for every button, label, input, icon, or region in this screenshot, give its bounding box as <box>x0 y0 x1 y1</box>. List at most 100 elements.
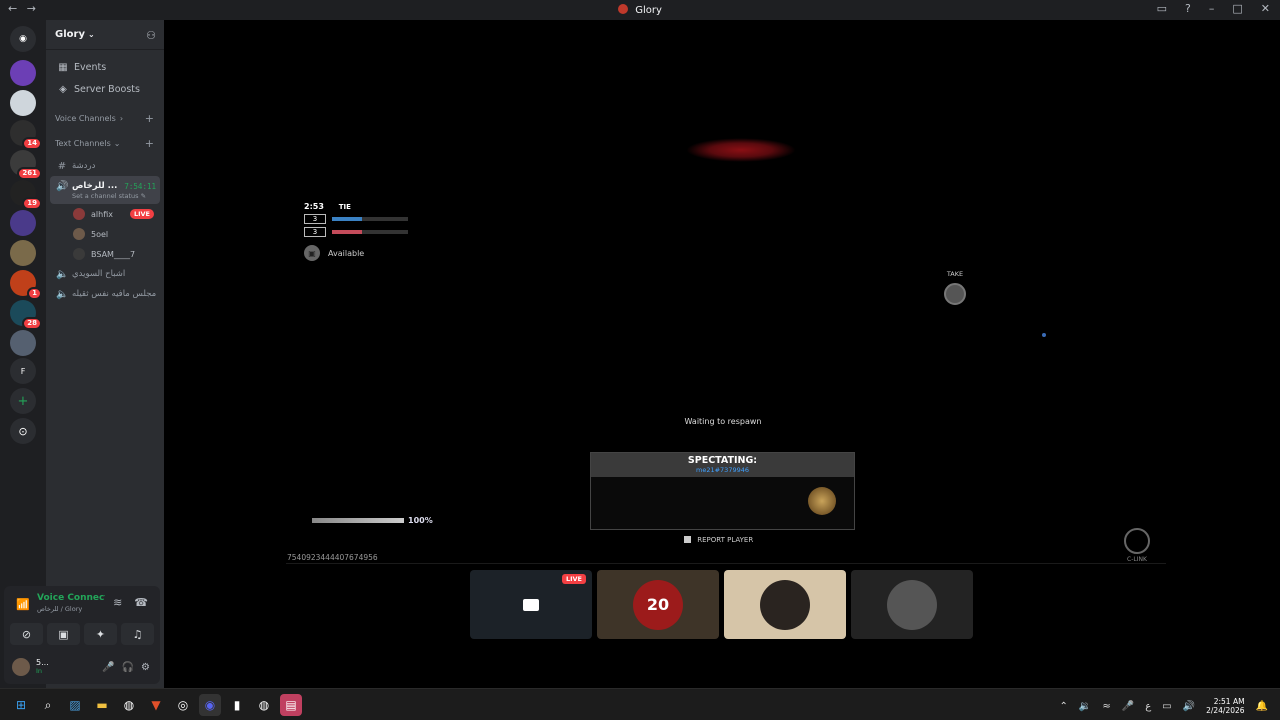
guild-header[interactable]: Glory ⌄ ⚇ <box>46 20 164 50</box>
minimize-icon[interactable]: – <box>1209 2 1215 15</box>
browser-icon[interactable]: ◎ <box>172 694 194 716</box>
language-indicator[interactable]: ع <box>1145 701 1151 712</box>
clink-icon <box>1124 528 1150 554</box>
avatar[interactable] <box>12 658 30 676</box>
voice-member[interactable]: 5oel <box>46 224 164 244</box>
maximize-icon[interactable]: □ <box>1232 2 1242 15</box>
spectating-title: SPECTATING: <box>687 455 758 466</box>
file-explorer-icon[interactable]: ▬ <box>91 694 113 716</box>
report-player-button[interactable]: REPORT PLAYER <box>684 536 753 544</box>
noise-suppression-icon[interactable]: ≋ <box>113 596 122 609</box>
take-label: TAKE <box>946 270 964 278</box>
gear-icon[interactable]: ⚙ <box>141 662 150 673</box>
photos-icon[interactable]: ▨ <box>64 694 86 716</box>
windows-taskbar: ⊞ ⌕ ▨ ▬ ◍ ▼ ◎ ◉ ▮ ◍ ▤ ⌃ 🔉 ≈ 🎤 ع ▭ 🔊 2:51… <box>0 688 1280 720</box>
camera-off-button[interactable]: ⊘ <box>10 623 43 645</box>
events-link[interactable]: ▦ Events <box>46 56 164 78</box>
explore-icon[interactable]: ⊙ <box>10 418 36 444</box>
close-icon[interactable]: ✕ <box>1261 2 1270 15</box>
active-voice-channel[interactable]: 🔊 للرخاص ... 7:54:11 Set a channel statu… <box>50 176 160 204</box>
server-icon[interactable]: 28 <box>10 300 42 330</box>
headphones-icon[interactable]: 🎧 <box>122 662 134 673</box>
add-server-icon[interactable]: + <box>10 388 36 414</box>
voice-location[interactable]: للرخاص / Glory <box>37 605 82 613</box>
invite-people-icon[interactable]: ⚇ <box>146 29 156 42</box>
steam-icon[interactable]: ◍ <box>118 694 140 716</box>
screen-share-button[interactable]: ▣ <box>47 623 80 645</box>
voice-channel-1[interactable]: 🔈 اشباح السويدي <box>46 264 164 284</box>
voice-channel-name: اشباح السويدي <box>72 269 126 279</box>
unread-badge: 1 <box>27 287 42 300</box>
discord-home-icon[interactable]: ◉ <box>10 26 36 52</box>
chevron-up-icon[interactable]: ⌃ <box>1060 701 1068 712</box>
text-channel-chat[interactable]: # دردشة <box>46 156 164 176</box>
server-icon[interactable]: 1 <box>10 270 42 300</box>
game-launcher-icon[interactable]: ▮ <box>226 694 248 716</box>
server-icon[interactable] <box>10 90 36 116</box>
store-icon[interactable]: ▤ <box>280 694 302 716</box>
brave-icon[interactable]: ▼ <box>145 694 167 716</box>
display-icon[interactable]: ▭ <box>1162 701 1171 712</box>
voice-status[interactable]: Voice Connected <box>37 593 105 603</box>
start-icon[interactable]: ⊞ <box>10 694 32 716</box>
team1-progress <box>332 217 362 221</box>
disconnect-icon[interactable]: ☎ <box>134 596 148 609</box>
stream-tile[interactable]: LIVE <box>470 570 592 639</box>
unread-badge: 28 <box>22 317 42 330</box>
server-icon[interactable]: 14 <box>10 120 42 150</box>
clock[interactable]: 2:51 AM 2/24/2026 <box>1206 697 1244 715</box>
microphone-icon[interactable]: 🎤 <box>1122 701 1134 712</box>
server-logo-icon <box>618 4 629 14</box>
help-icon[interactable]: ? <box>1185 2 1191 15</box>
server-icon[interactable] <box>10 60 36 86</box>
health-indicator: 100% <box>312 516 433 525</box>
voice-member[interactable]: alhfix LIVE <box>46 204 164 224</box>
soundboard-button[interactable]: ♫ <box>121 623 154 645</box>
voice-member[interactable]: BSAM____7 <box>46 244 164 264</box>
activities-button[interactable]: ✦ <box>84 623 117 645</box>
text-channels-category[interactable]: Text Channels ⌄ + <box>46 131 164 156</box>
jersey-number: 20 <box>646 595 670 614</box>
taskbar-apps: ⊞ ⌕ ▨ ▬ ◍ ▼ ◎ ◉ ▮ ◍ ▤ <box>10 694 302 716</box>
stream-stage[interactable]: 2:53 TIE 3 3 ▣ Available TAKE Waiting to… <box>166 20 1280 688</box>
microphone-icon[interactable]: 🎤 <box>102 662 114 673</box>
signal-icon[interactable]: 📶 <box>16 598 30 611</box>
voice-channels-category[interactable]: Voice Channels › + <box>46 106 164 131</box>
user-info[interactable]: 5... In <box>36 658 49 676</box>
server-icon[interactable] <box>10 330 36 356</box>
soundboard-icon: ♫ <box>132 627 143 641</box>
server-icon[interactable]: 261 <box>10 150 42 180</box>
match-state: TIE <box>338 203 351 211</box>
channel-timer: 7:54:11 <box>124 181 156 191</box>
participant-tile[interactable] <box>724 570 846 639</box>
wifi-icon[interactable]: ≈ <box>1102 701 1110 712</box>
server-folder[interactable]: F <box>10 358 36 384</box>
volume-icon[interactable]: 🔉 <box>1079 701 1091 712</box>
channel-status[interactable]: Set a channel status ✎ <box>56 192 146 200</box>
report-icon <box>684 536 691 543</box>
server-icon[interactable]: 19 <box>10 180 42 210</box>
user-name: 5... <box>36 658 49 667</box>
pencil-icon: ✎ <box>140 191 147 200</box>
server-icon[interactable] <box>10 210 36 236</box>
server-icon[interactable] <box>10 240 36 266</box>
inbox-icon[interactable]: ▭ <box>1157 2 1167 15</box>
player-emblem-icon <box>808 487 836 515</box>
participant-tile[interactable] <box>851 570 973 639</box>
notifications-icon[interactable]: 🔔 <box>1256 701 1268 712</box>
window-title-wrap: Glory <box>0 4 1280 16</box>
match-time: 2:53 <box>304 202 324 211</box>
text-channel-name: دردشة <box>72 161 96 171</box>
steam-icon[interactable]: ◍ <box>253 694 275 716</box>
add-text-channel-icon[interactable]: + <box>145 137 154 150</box>
search-icon[interactable]: ⌕ <box>37 694 59 716</box>
clink-label: C-LINK <box>1127 556 1147 563</box>
speaker-icon[interactable]: 🔊 <box>1183 701 1195 712</box>
add-voice-channel-icon[interactable]: + <box>145 112 154 125</box>
voice-channel-2[interactable]: 🔈 مجلس مافيه نفس ثقيله <box>46 284 164 304</box>
discord-icon[interactable]: ◉ <box>199 694 221 716</box>
server-boosts-link[interactable]: ◈ Server Boosts <box>46 78 164 100</box>
team1-score-row: 3 <box>304 214 408 224</box>
team2-score: 3 <box>304 227 326 237</box>
participant-tile[interactable]: 20 <box>597 570 719 639</box>
